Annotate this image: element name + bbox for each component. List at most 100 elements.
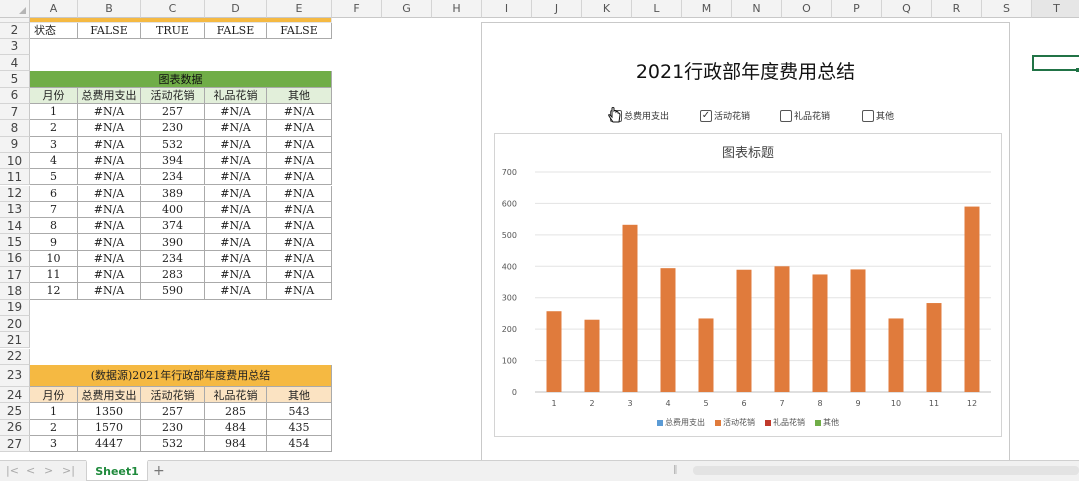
table-cell[interactable]: 590 bbox=[141, 283, 205, 300]
table-cell[interactable]: #N/A bbox=[78, 120, 141, 137]
next-sheet-button[interactable]: > bbox=[44, 464, 53, 477]
row-header[interactable]: 3 bbox=[0, 38, 30, 56]
table-cell[interactable]: 230 bbox=[141, 419, 205, 436]
table-cell[interactable]: #N/A bbox=[205, 267, 267, 284]
table-cell[interactable]: #N/A bbox=[205, 250, 267, 267]
table-cell[interactable]: 1350 bbox=[78, 403, 141, 420]
table-cell[interactable]: #N/A bbox=[267, 250, 332, 267]
table-cell[interactable]: #N/A bbox=[205, 169, 267, 186]
table-cell[interactable]: 532 bbox=[141, 436, 205, 453]
row-header[interactable]: 20 bbox=[0, 315, 30, 333]
spreadsheet-grid[interactable]: ABCDEFGHIJKLMNOPQRST 2 3 4 5 6 7 8 9 10 11 12 13 14 1… bbox=[0, 0, 1079, 460]
table-cell[interactable]: 9 bbox=[30, 234, 78, 251]
row-header[interactable]: 9 bbox=[0, 136, 30, 153]
table-cell[interactable]: #N/A bbox=[205, 136, 267, 153]
table-cell[interactable]: #N/A bbox=[78, 267, 141, 284]
row-header[interactable]: 21 bbox=[0, 332, 30, 349]
table-cell[interactable]: #N/A bbox=[205, 218, 267, 235]
table-cell[interactable]: 4447 bbox=[78, 436, 141, 453]
table-title[interactable]: (数据源)2021年行政部年度费用总结 bbox=[30, 364, 332, 388]
table-cell[interactable]: #N/A bbox=[78, 185, 141, 202]
status-value-cell[interactable]: TRUE bbox=[141, 22, 205, 39]
checkbox-other[interactable]: 其他 bbox=[862, 109, 894, 122]
table-cell[interactable]: 7 bbox=[30, 201, 78, 219]
table-cell[interactable]: #N/A bbox=[267, 283, 332, 300]
table-cell[interactable]: #N/A bbox=[267, 218, 332, 235]
horizontal-scrollbar[interactable] bbox=[693, 466, 1079, 475]
table-header-cell[interactable]: 活动花销 bbox=[141, 387, 205, 404]
row-header[interactable]: 22 bbox=[0, 348, 30, 365]
table-cell[interactable]: #N/A bbox=[267, 201, 332, 219]
column-header[interactable]: Q bbox=[882, 0, 932, 18]
table-cell[interactable]: 12 bbox=[30, 283, 78, 300]
table-cell[interactable]: #N/A bbox=[267, 234, 332, 251]
table-cell[interactable]: #N/A bbox=[78, 218, 141, 235]
table-cell[interactable]: #N/A bbox=[267, 169, 332, 186]
checkbox-activity-expense[interactable]: ✓ 活动花销 bbox=[700, 109, 750, 122]
row-header[interactable]: 18 bbox=[0, 283, 30, 300]
column-header[interactable]: F bbox=[332, 0, 382, 18]
table-cell[interactable]: 484 bbox=[205, 419, 267, 436]
table-cell[interactable]: 4 bbox=[30, 152, 78, 170]
table-cell[interactable]: 454 bbox=[267, 436, 332, 453]
column-header[interactable]: K bbox=[582, 0, 632, 18]
column-header[interactable]: S bbox=[982, 0, 1032, 18]
column-header[interactable]: O bbox=[782, 0, 832, 18]
row-header[interactable]: 19 bbox=[0, 299, 30, 316]
table-cell[interactable]: #N/A bbox=[78, 234, 141, 251]
row-header[interactable]: 7 bbox=[0, 104, 30, 121]
table-cell[interactable]: #N/A bbox=[205, 152, 267, 170]
column-header[interactable]: G bbox=[382, 0, 432, 18]
table-title[interactable]: 图表数据 bbox=[30, 71, 332, 88]
table-header-cell[interactable]: 月份 bbox=[30, 387, 78, 404]
table-cell[interactable]: #N/A bbox=[78, 250, 141, 267]
table-cell[interactable]: 283 bbox=[141, 267, 205, 284]
table-header-cell[interactable]: 总费用支出 bbox=[78, 387, 141, 404]
row-header[interactable]: 25 bbox=[0, 403, 30, 420]
table-cell[interactable]: #N/A bbox=[267, 136, 332, 153]
table-header-cell[interactable]: 月份 bbox=[30, 87, 78, 104]
status-value-cell[interactable]: FALSE bbox=[205, 22, 267, 39]
table-cell[interactable]: #N/A bbox=[267, 152, 332, 170]
table-cell[interactable]: #N/A bbox=[267, 267, 332, 284]
row-header[interactable]: 10 bbox=[0, 152, 30, 170]
table-cell[interactable]: #N/A bbox=[267, 185, 332, 202]
column-header[interactable]: B bbox=[78, 0, 141, 18]
table-cell[interactable]: 1 bbox=[30, 403, 78, 420]
table-cell[interactable]: 234 bbox=[141, 169, 205, 186]
row-header[interactable]: 8 bbox=[0, 120, 30, 137]
column-header[interactable]: C bbox=[141, 0, 205, 18]
row-header[interactable]: 12 bbox=[0, 185, 30, 202]
table-cell[interactable]: #N/A bbox=[78, 136, 141, 153]
table-cell[interactable]: #N/A bbox=[78, 283, 141, 300]
table-header-cell[interactable]: 其他 bbox=[267, 87, 332, 104]
column-header[interactable]: P bbox=[832, 0, 882, 18]
table-cell[interactable]: #N/A bbox=[267, 120, 332, 137]
table-cell[interactable]: #N/A bbox=[205, 283, 267, 300]
table-header-cell[interactable]: 其他 bbox=[267, 387, 332, 404]
bar-chart[interactable]: 图表标题 0 100 200 300 400 500 600 700 1 2 3 4 5 6 7 8 9 10 11… bbox=[494, 133, 1002, 437]
table-cell[interactable]: 400 bbox=[141, 201, 205, 219]
tab-sheet1[interactable]: Sheet1 bbox=[86, 460, 148, 481]
table-cell[interactable]: #N/A bbox=[78, 152, 141, 170]
table-cell[interactable]: 8 bbox=[30, 218, 78, 235]
add-sheet-button[interactable]: + bbox=[153, 463, 165, 479]
column-header[interactable]: A bbox=[30, 0, 78, 18]
row-header[interactable]: 26 bbox=[0, 419, 30, 436]
table-cell[interactable]: 3 bbox=[30, 136, 78, 153]
table-header-cell[interactable]: 活动花销 bbox=[141, 87, 205, 104]
table-cell[interactable]: 234 bbox=[141, 250, 205, 267]
table-cell[interactable]: #N/A bbox=[205, 104, 267, 121]
row-header[interactable]: 6 bbox=[0, 87, 30, 104]
table-cell[interactable]: 389 bbox=[141, 185, 205, 202]
table-cell[interactable]: #N/A bbox=[78, 104, 141, 121]
checkbox-box-checked[interactable]: ✓ bbox=[700, 109, 712, 122]
table-cell[interactable]: 3 bbox=[30, 436, 78, 453]
table-cell[interactable]: 374 bbox=[141, 218, 205, 235]
column-header[interactable]: N bbox=[732, 0, 782, 18]
table-cell[interactable]: #N/A bbox=[205, 201, 267, 219]
first-sheet-button[interactable]: |< bbox=[6, 464, 19, 477]
active-cell[interactable] bbox=[1032, 55, 1079, 72]
row-header[interactable]: 24 bbox=[0, 387, 30, 404]
table-cell[interactable]: #N/A bbox=[267, 104, 332, 121]
